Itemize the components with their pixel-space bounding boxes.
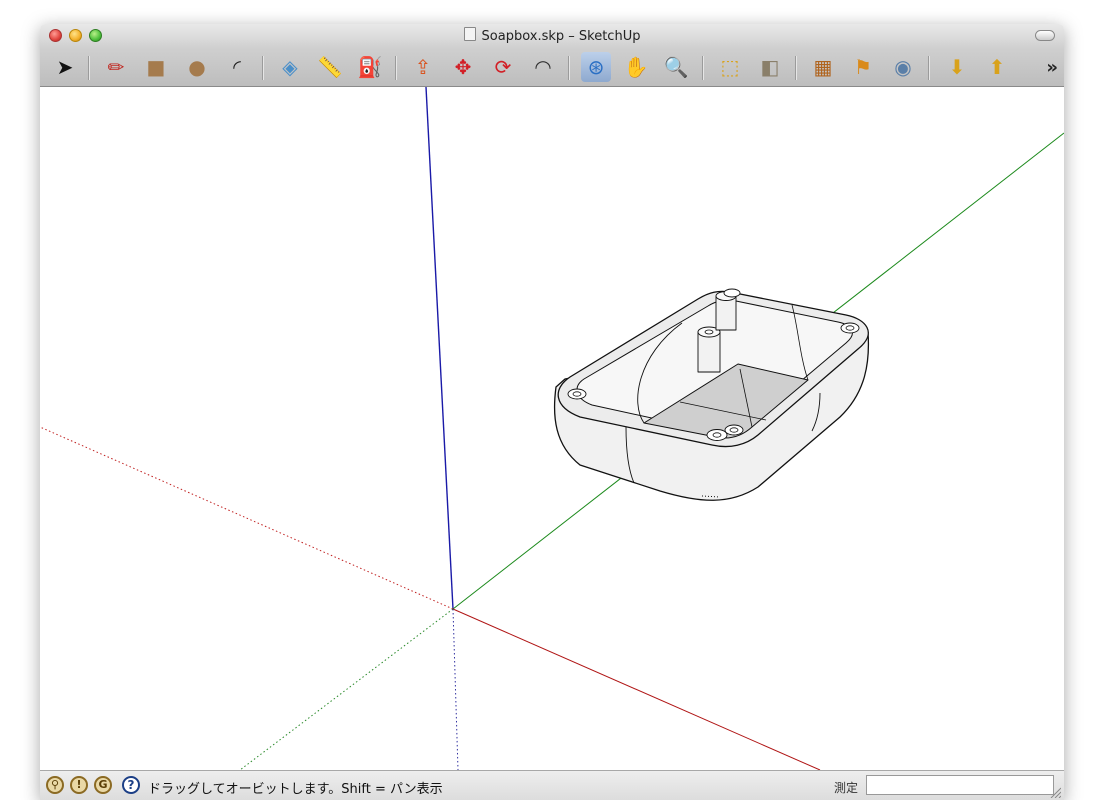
circle-icon: ● [188,55,206,79]
warehouse-icon: ▦ [813,55,833,79]
zoom-extents-button[interactable]: ⬚ [715,52,745,82]
zoom-extents-icon: ⬚ [720,55,740,79]
orbit-tool-button[interactable]: ⊛ [581,52,611,82]
toolbar-separator [568,56,570,80]
measurements-label: 測定 [834,781,859,795]
soapbox-model[interactable] [553,288,870,501]
help-icon[interactable]: ? [122,776,140,794]
credits-icon[interactable]: ! [70,776,88,794]
offset-icon: ◠ [534,55,552,79]
arc-icon: ◜ [233,55,241,79]
circle-tool-button[interactable]: ● [182,52,212,82]
blue-axis-negative [452,608,459,771]
orbit-icon: ⊛ [587,55,605,79]
move-tool-button[interactable]: ✥ [448,52,478,82]
green-axis-negative [239,608,454,771]
paint-bucket-icon: ⛽ [357,55,383,79]
share-model-button[interactable]: ⬆ [982,52,1012,82]
rotate-tool-button[interactable]: ⟳ [488,52,518,82]
place-model-button[interactable]: ⚑ [848,52,878,82]
eraser-tool-button[interactable]: ◈ [275,52,305,82]
pan-tool-button[interactable]: ✋ [621,52,651,82]
rectangle-icon: ■ [146,55,166,79]
push-pull-icon: ⇪ [414,55,432,79]
arrow-cursor-icon: ➤ [56,55,74,79]
rotate-icon: ⟳ [494,55,512,79]
measurements-input[interactable] [866,775,1054,795]
title-bar: Soapbox.skp – SketchUp » ➤ ✏ ■ ● ◜ ◈ 📏 ⛽ ⇪ ✥ ⟳ ◠ ⊛ ✋ 🔍… [40,24,1064,87]
toolbar-separator [702,56,704,80]
google-earth-icon: ◉ [894,55,912,79]
geo-location-icon[interactable]: ⚲ [46,776,64,794]
google-earth-button[interactable]: ◉ [888,52,918,82]
warehouse-button[interactable]: ▦ [808,52,838,82]
toolbar-separator [795,56,797,80]
push-pull-tool-button[interactable]: ⇪ [408,52,438,82]
toolbar-separator [928,56,930,80]
arc-tool-button[interactable]: ◜ [222,52,252,82]
model-canvas[interactable] [40,86,1064,771]
status-bar: ⚲ ! G ? ドラッグしてオービットします。Shift = パン表示 測定 [40,770,1064,800]
get-models-icon: ⬇ [948,55,966,79]
previous-view-icon: ◧ [760,55,780,79]
status-hint: ドラッグしてオービットします。Shift = パン表示 [148,782,443,797]
get-models-button[interactable]: ⬇ [942,52,972,82]
document-icon [463,27,476,41]
pencil-tool-button[interactable]: ✏ [101,52,131,82]
tape-measure-icon: 📏 [317,55,343,79]
red-axis [452,608,821,771]
hand-icon: ✋ [623,55,649,79]
blue-axis [425,86,454,610]
zoom-tool-button[interactable]: 🔍 [661,52,691,82]
magnifier-icon: 🔍 [663,55,689,79]
toolbar-toggle-button[interactable] [1035,30,1055,41]
share-model-icon: ⬆ [988,55,1006,79]
pencil-icon: ✏ [107,55,125,79]
rectangle-tool-button[interactable]: ■ [141,52,171,82]
toolbar-separator [395,56,397,80]
toolbar-separator [262,56,264,80]
window-title: Soapbox.skp – SketchUp [40,27,1064,46]
move-icon: ✥ [454,55,472,79]
eraser-icon: ◈ [282,55,298,79]
google-account-icon[interactable]: G [94,776,112,794]
offset-tool-button[interactable]: ◠ [528,52,558,82]
toolbar-overflow-button[interactable]: » [1046,57,1058,78]
place-model-icon: ⚑ [854,55,872,79]
resize-grip-icon[interactable] [1049,786,1061,798]
toolbar-separator [88,56,90,80]
select-tool-button[interactable]: ➤ [50,52,80,82]
paint-bucket-tool-button[interactable]: ⛽ [355,52,385,82]
previous-view-button[interactable]: ◧ [755,52,785,82]
red-axis-negative [40,426,454,610]
main-toolbar: » ➤ ✏ ■ ● ◜ ◈ 📏 ⛽ ⇪ ✥ ⟳ ◠ ⊛ ✋ 🔍 ⬚ ◧ ▦ ⚑ ◉ ⬇ ⬆ [40,48,1064,86]
tape-measure-tool-button[interactable]: 📏 [315,52,345,82]
model-viewport[interactable] [40,86,1064,771]
window-title-text: Soapbox.skp – SketchUp [481,29,641,44]
sketchup-window: Soapbox.skp – SketchUp » ➤ ✏ ■ ● ◜ ◈ 📏 ⛽ ⇪ ✥ ⟳ ◠ ⊛ ✋ 🔍… [40,24,1064,800]
